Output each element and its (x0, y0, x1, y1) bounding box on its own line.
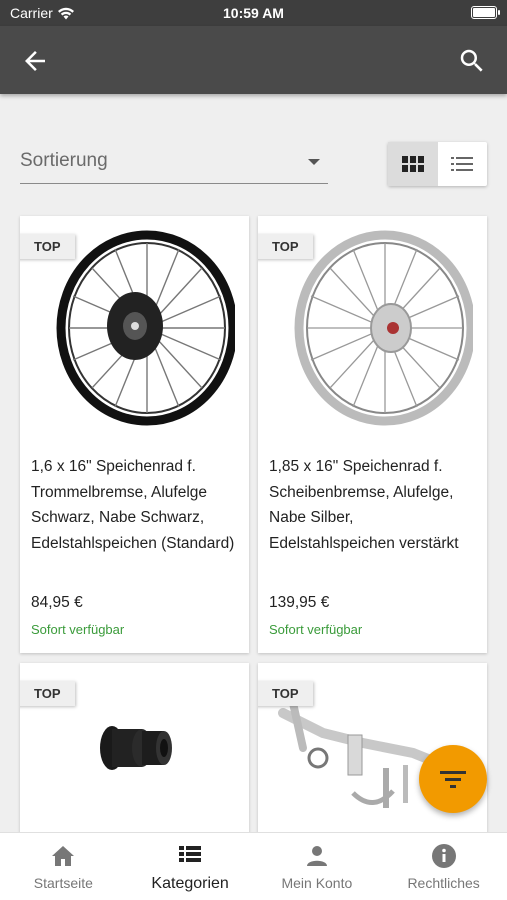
product-card[interactable]: TOP (20, 663, 249, 843)
nav-label: Kategorien (151, 875, 229, 892)
top-badge: TOP (20, 234, 75, 259)
status-time: 10:59 AM (223, 5, 284, 21)
nav-item-rechtliches[interactable]: Rechtliches (380, 833, 507, 900)
product-title[interactable]: 1,85 x 16" Speichenrad f. Scheibenbremse… (269, 454, 479, 556)
product-price: 84,95 € (31, 594, 83, 611)
grid-view-icon (401, 156, 424, 172)
info-icon (431, 844, 456, 868)
product-card[interactable]: TOP 1,85 x 16" Speichenrad f. Scheibenbr… (258, 216, 487, 653)
list-view-button[interactable] (438, 142, 488, 186)
nav-label: Rechtliches (407, 875, 480, 891)
view-toggle (388, 142, 487, 186)
top-badge: TOP (258, 681, 313, 706)
nav-item-kategorien[interactable]: Kategorien (127, 833, 254, 900)
person-icon (306, 846, 327, 866)
dropdown-arrow-icon (308, 159, 320, 165)
nav-item-mein-konto[interactable]: Mein Konto (254, 833, 381, 900)
status-bar: Carrier 10:59 AM (0, 0, 507, 26)
battery-icon (471, 6, 500, 19)
app-bar (0, 26, 507, 94)
nav-label: Startseite (33, 875, 93, 891)
categories-icon (179, 846, 202, 862)
home-icon (52, 846, 75, 866)
stock-status: Sofort verfügbar (31, 622, 125, 637)
filter-button[interactable] (419, 745, 487, 813)
product-card[interactable]: TOP 1,6 x 16" Speichenrad f. Trommelbrem… (20, 216, 249, 653)
search-icon[interactable] (457, 46, 487, 76)
product-title[interactable]: 1,6 x 16" Speichenrad f. Trommelbremse, … (31, 454, 241, 556)
arrow-back-icon[interactable] (20, 46, 50, 76)
top-badge: TOP (20, 681, 75, 706)
list-view-icon (451, 157, 474, 171)
product-price: 139,95 € (269, 594, 330, 611)
nav-item-startseite[interactable]: Startseite (0, 833, 127, 900)
grid-view-button[interactable] (388, 142, 438, 186)
sort-label: Sortierung (20, 150, 108, 171)
stock-status: Sofort verfügbar (269, 622, 363, 637)
filter-icon (440, 771, 466, 788)
sort-dropdown[interactable]: Sortierung (20, 140, 328, 184)
bottom-navigation: Startseite Kategorien Mein Konto Rechtli… (0, 832, 507, 900)
top-badge: TOP (258, 234, 313, 259)
nav-label: Mein Konto (281, 875, 353, 891)
